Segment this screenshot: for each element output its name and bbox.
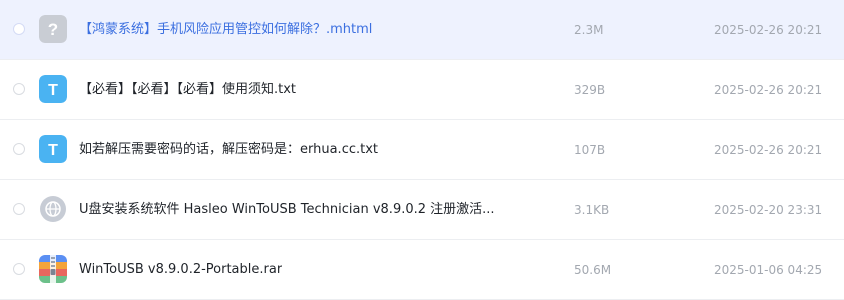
file-row[interactable]: U盘安装系统软件 Hasleo WinToUSB Technician v8.9… bbox=[0, 180, 844, 240]
file-row[interactable]: ? 【鸿蒙系统】手机风险应用管控如何解除？.mhtml 2.3M 2025-02… bbox=[0, 0, 844, 60]
file-size: 107B bbox=[574, 143, 606, 157]
file-date: 2025-01-06 04:25 bbox=[714, 263, 823, 277]
file-date: 2025-02-26 20:21 bbox=[714, 143, 823, 157]
file-name[interactable]: 【鸿蒙系统】手机风险应用管控如何解除？.mhtml bbox=[79, 20, 372, 40]
file-name[interactable]: 如若解压需要密码的话，解压密码是：erhua.cc.txt bbox=[79, 140, 378, 160]
file-size: 3.1KB bbox=[574, 203, 610, 217]
file-date: 2025-02-26 20:21 bbox=[714, 23, 823, 37]
unknown-file-icon: ? bbox=[39, 15, 67, 43]
file-list: ? 【鸿蒙系统】手机风险应用管控如何解除？.mhtml 2.3M 2025-02… bbox=[0, 0, 844, 300]
file-size: 50.6M bbox=[574, 263, 612, 277]
txt-file-icon: T bbox=[39, 75, 67, 103]
file-size: 329B bbox=[574, 83, 606, 97]
file-row[interactable]: WinToUSB v8.9.0.2-Portable.rar 50.6M 202… bbox=[0, 240, 844, 300]
row-checkbox[interactable] bbox=[13, 263, 25, 275]
file-name[interactable]: WinToUSB v8.9.0.2-Portable.rar bbox=[79, 260, 282, 280]
txt-file-icon: T bbox=[39, 135, 67, 163]
file-row[interactable]: T 如若解压需要密码的话，解压密码是：erhua.cc.txt 107B 202… bbox=[0, 120, 844, 180]
row-checkbox[interactable] bbox=[13, 143, 25, 155]
svg-text:?: ? bbox=[48, 20, 58, 39]
file-name[interactable]: 【必看】【必看】【必看】使用须知.txt bbox=[79, 80, 296, 100]
archive-file-icon bbox=[39, 255, 67, 283]
file-row[interactable]: T 【必看】【必看】【必看】使用须知.txt 329B 2025-02-26 2… bbox=[0, 60, 844, 120]
file-date: 2025-02-20 23:31 bbox=[714, 203, 823, 217]
row-checkbox[interactable] bbox=[13, 83, 25, 95]
row-checkbox[interactable] bbox=[13, 203, 25, 215]
svg-text:T: T bbox=[48, 142, 58, 159]
web-link-icon bbox=[39, 195, 67, 223]
svg-text:T: T bbox=[48, 82, 58, 99]
file-name[interactable]: U盘安装系统软件 Hasleo WinToUSB Technician v8.9… bbox=[79, 200, 495, 220]
file-date: 2025-02-26 20:21 bbox=[714, 83, 823, 97]
file-size: 2.3M bbox=[574, 23, 604, 37]
row-checkbox[interactable] bbox=[13, 23, 25, 35]
